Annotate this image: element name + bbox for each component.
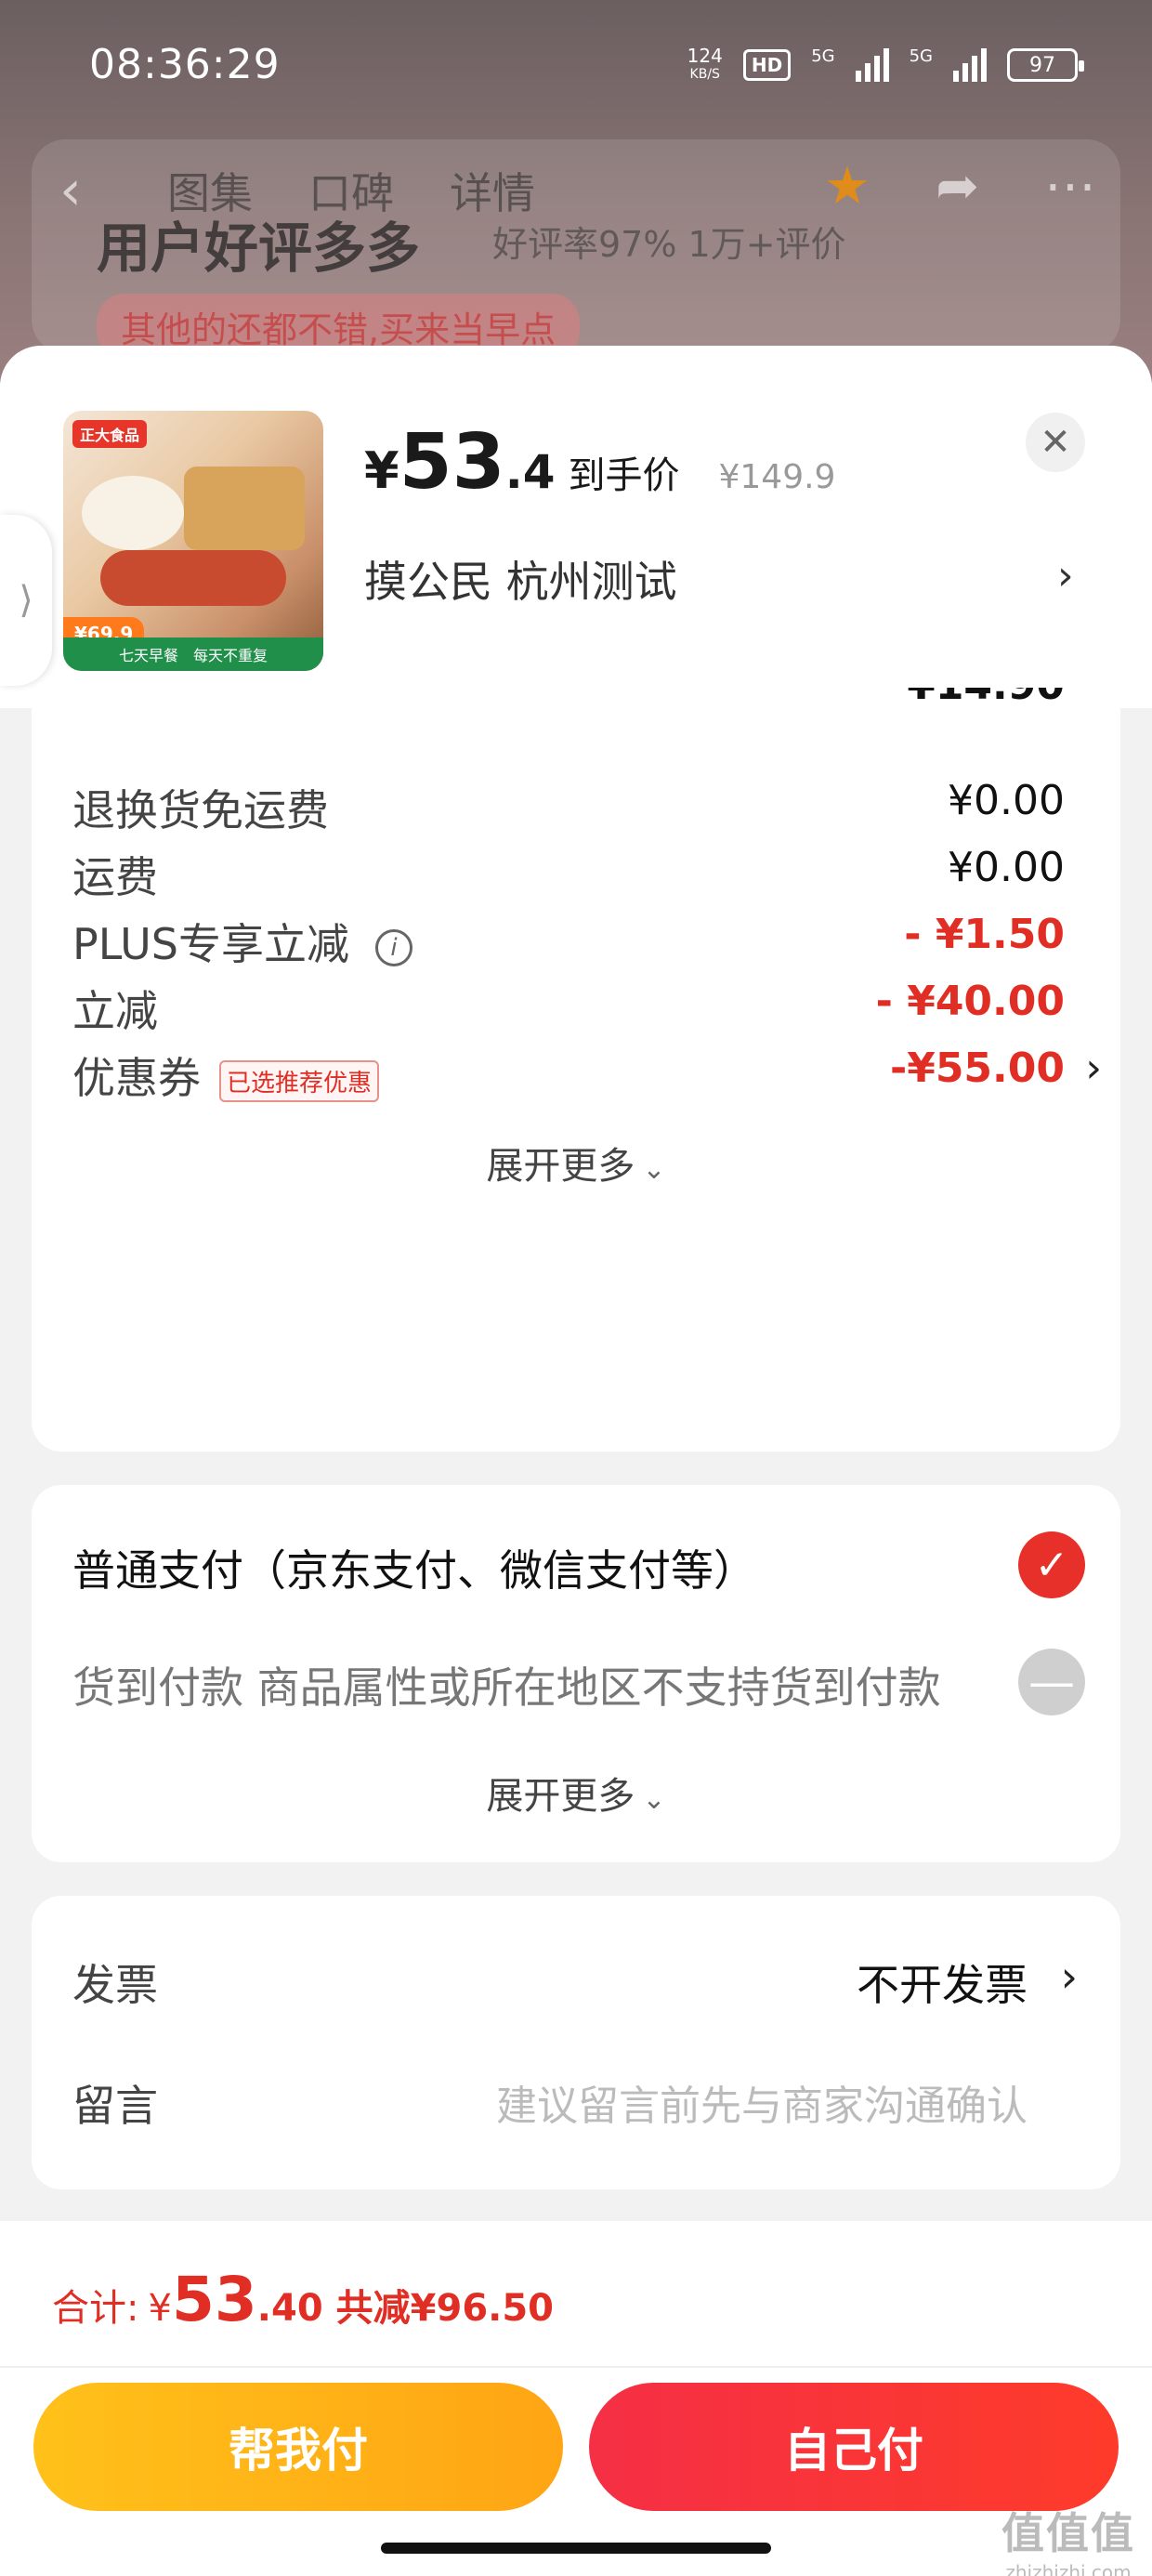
chevron-right-icon[interactable]: › [1057,552,1074,599]
signal-2-label: 5G [909,46,933,66]
disabled-icon: — [1018,1649,1085,1715]
price-label: 到手价 [568,454,680,497]
total-saved: 共减¥96.50 [335,2287,555,2330]
original-price: ¥149.9 [718,458,836,496]
invoice-card: 发票 不开发票 › 留言 建议留言前先与商家沟通确认 [32,1896,1120,2189]
share-icon[interactable]: ➦ [936,156,979,217]
status-time: 08:36:29 [89,41,281,88]
expand-more-payment[interactable]: 展开更多 ⌄ [32,1766,1120,1820]
reviews-title: 用户好评多多 [97,217,421,280]
signal-1-icon [855,48,889,82]
chevron-right-icon[interactable]: › [1085,1045,1102,1092]
chevron-right-icon[interactable]: › [1061,1952,1078,2002]
message-row[interactable]: 留言 建议留言前先与商家沟通确认 [72,2072,1065,2134]
product-thumbnail[interactable]: 正大食品 ¥69.9 七天早餐 每天不重复 [63,411,323,671]
info-icon[interactable]: i [374,928,412,966]
status-bar: 08:36:29 124 KB/S HD 5G 5G 97 [0,0,1152,139]
close-icon: ✕ [1040,421,1071,464]
chevron-right-icon: ⟩ [19,579,33,622]
favorite-icon[interactable]: ★ [824,156,871,217]
home-indicator[interactable] [381,2543,771,2554]
payment-card: 普通支付（京东支付、微信支付等） ✓ 货到付款 商品属性或所在地区不支持货到付款… [32,1485,1120,1862]
clipped-row: ¥14.90 [72,688,1065,712]
tab-details[interactable]: 详情 [450,160,535,221]
delivery-address[interactable]: 摸公民 杭州测试 [364,548,677,610]
invoice-row[interactable]: 发票 不开发票 › [72,1952,1078,2013]
more-icon[interactable]: ⋯ [1044,156,1096,217]
checkmark-icon[interactable]: ✓ [1018,1531,1085,1598]
food-image [82,476,184,550]
thumb-banner: 七天早餐 每天不重复 [63,637,323,671]
status-indicators: 124 KB/S HD 5G 5G 97 [687,45,1084,84]
net-speed: 124 KB/S [687,45,723,82]
self-pay-button[interactable]: 自己付 [589,2383,1119,2511]
close-button[interactable]: ✕ [1026,413,1085,472]
help-pay-button[interactable]: 帮我付 [33,2383,563,2511]
coupon-tag: 已选推荐优惠 [219,1060,380,1102]
side-collapse-tab[interactable]: ⟩ [0,515,52,686]
chevron-down-icon: ⌄ [642,1153,666,1186]
reviews-subtitle: 好评率97% 1万+评价 [492,224,846,265]
message-input[interactable]: 建议留言前先与商家沟通确认 [496,2072,1028,2132]
signal-1-label: 5G [811,46,835,66]
battery-icon: 97 [1007,48,1084,82]
expand-more-fees[interactable]: 展开更多 ⌄ [32,1136,1120,1189]
background-nav-icons: ★ ➦ ⋯ [824,156,1096,217]
hd-badge: HD [742,49,792,81]
chevron-down-icon: ⌄ [642,1783,666,1816]
food-image [100,550,286,606]
signal-2-icon [953,48,987,82]
food-image [184,467,305,550]
back-icon[interactable]: ‹ [59,158,82,223]
final-price: ¥ 53 .4 到手价 ¥149.9 [364,418,836,506]
order-total: 合计: ¥ 53 .40 共减¥96.50 [52,2264,555,2335]
watermark-logo: 值值值 zhizhizhi.com [1001,2508,1135,2576]
fees-card: ¥14.90 退换货免运费 ¥0.00 运费 ¥0.00 PLUS专享立减i -… [32,688,1120,1452]
brand-logo: 正大食品 [72,420,148,448]
divider [0,2366,1152,2368]
